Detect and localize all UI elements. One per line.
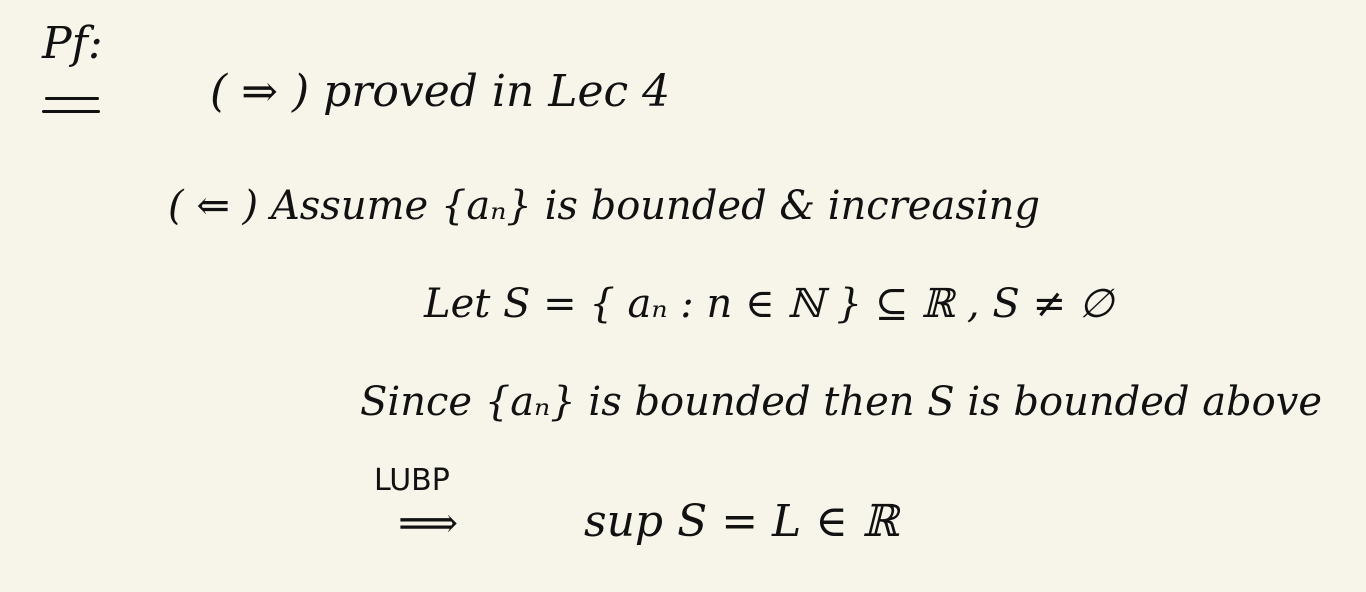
proof-label: Pf: xyxy=(42,18,103,69)
supremum-line: sup S = L ∈ ℝ xyxy=(584,496,899,547)
proof-label-underline xyxy=(45,97,99,100)
handwritten-note-canvas: Pf: ( ⇒ ) proved in Lec 4 ( ⇐ ) Assume {… xyxy=(0,0,1366,592)
lubp-label: LUBP xyxy=(374,463,450,498)
set-definition-line: Let S = { aₙ : n ∈ ℕ } ⊆ ℝ , S ≠ ∅ xyxy=(424,281,1114,327)
bounded-above-line: Since {aₙ} is bounded then S is bounded … xyxy=(360,379,1323,425)
proof-label-underline xyxy=(42,110,100,113)
implies-arrow: ⟹ xyxy=(398,498,459,547)
forward-direction-line: ( ⇒ ) proved in Lec 4 xyxy=(210,66,671,117)
reverse-direction-line: ( ⇐ ) Assume {aₙ} is bounded & increasin… xyxy=(168,183,1041,229)
